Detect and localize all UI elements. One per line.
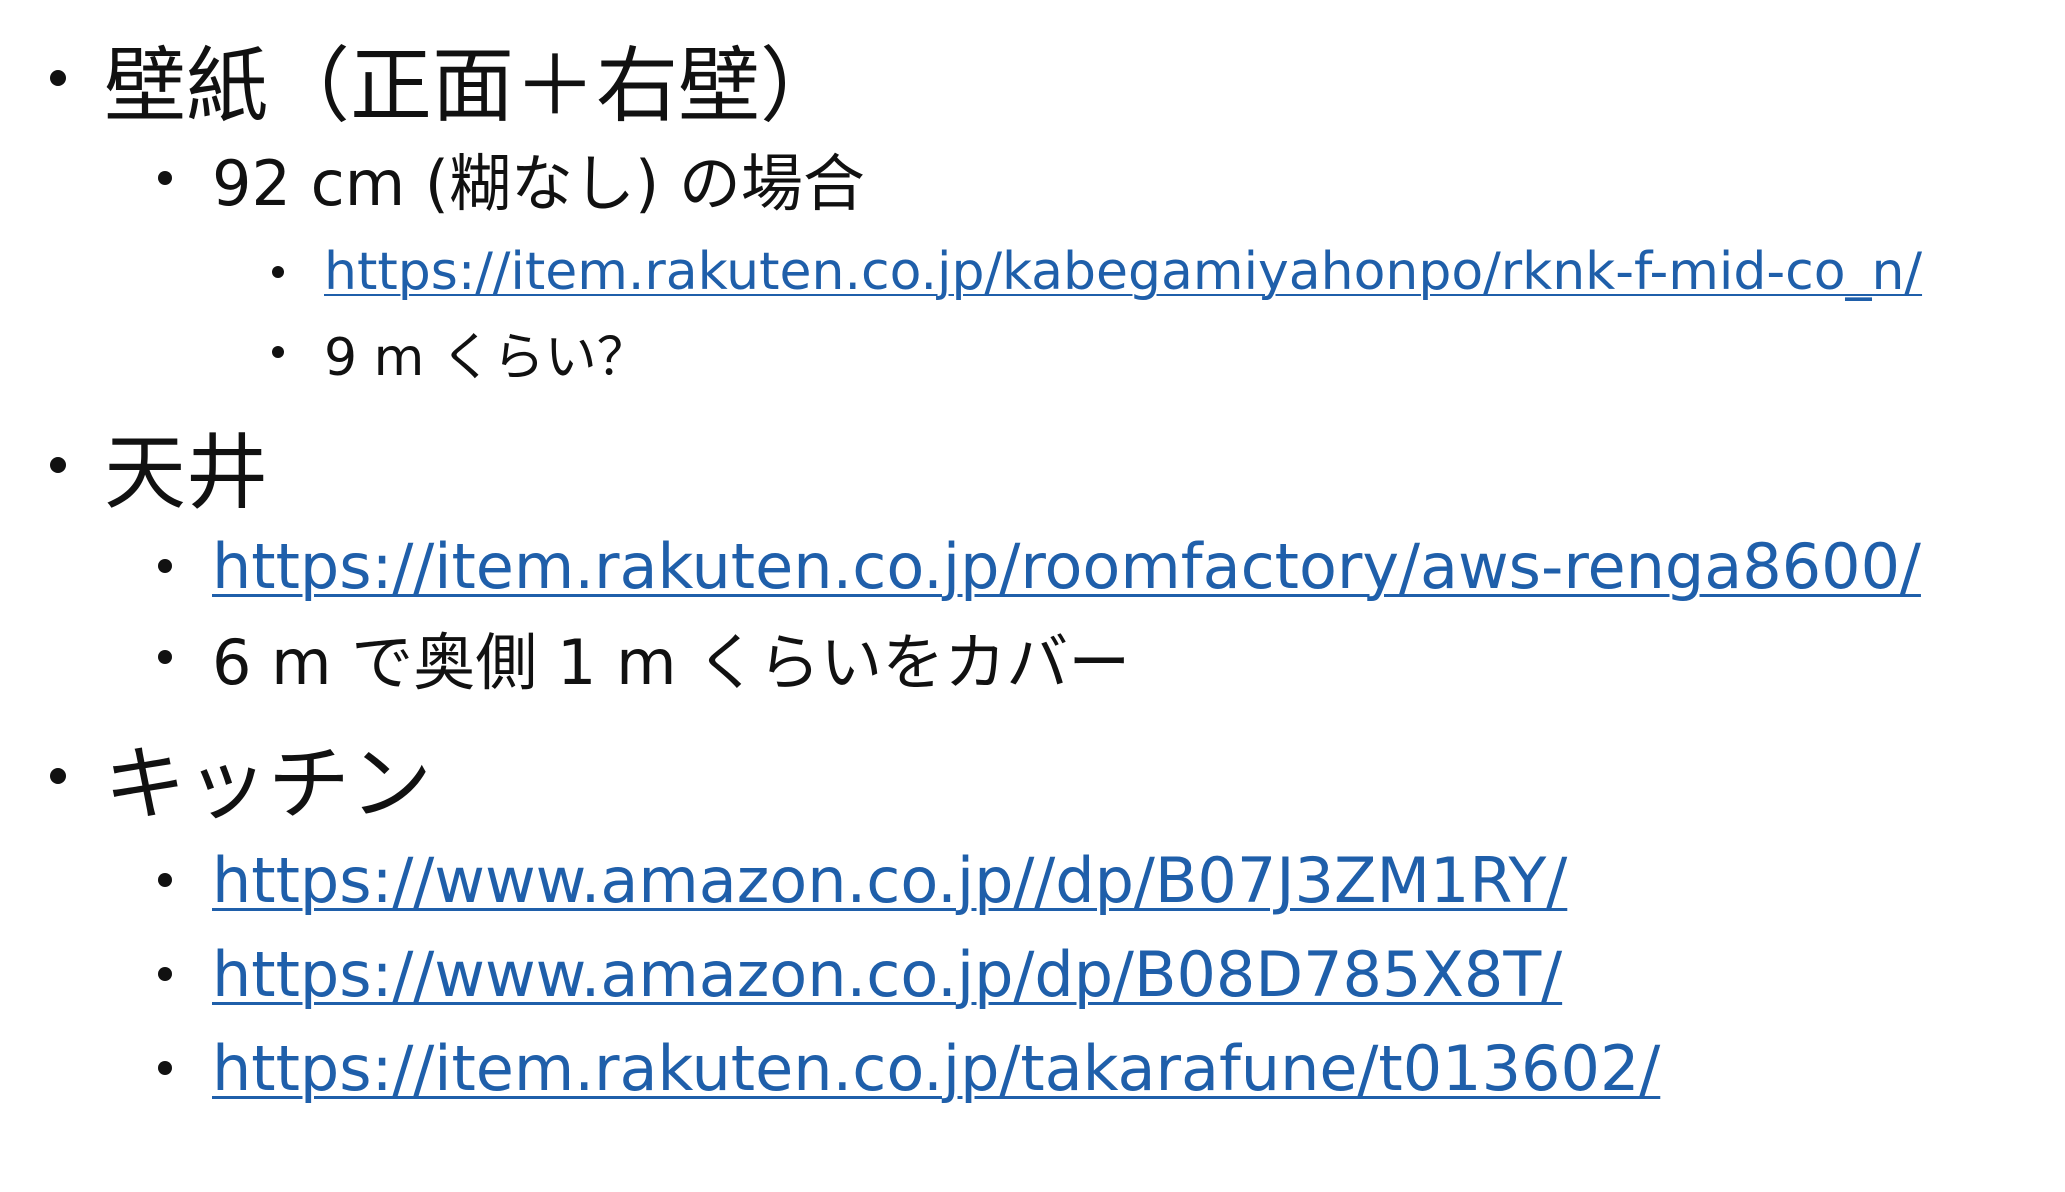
heading-wallpaper: 壁紙（正面＋右壁） <box>104 38 843 134</box>
bullet-item-link-takarafune: https://item.rakuten.co.jp/takarafune/t0… <box>158 1026 1660 1110</box>
bullet-item-link-roomfactory: https://item.rakuten.co.jp/roomfactory/a… <box>158 524 1921 608</box>
link-kabegamiyahonpo[interactable]: https://item.rakuten.co.jp/kabegamiyahon… <box>324 242 1922 302</box>
bullet-dot <box>50 70 66 86</box>
bullet-dot <box>50 457 66 473</box>
heading-ceiling: 天井 <box>104 425 269 521</box>
bullet-dot <box>158 873 172 887</box>
slide: 壁紙（正面＋右壁） 92 cm (糊なし) の場合 https://item.r… <box>0 0 2065 1192</box>
link-amazon-b08d785x8t[interactable]: https://www.amazon.co.jp/dp/B08D785X8T/ <box>212 938 1562 1011</box>
bullet-dot <box>272 346 284 358</box>
note-9m: 9 m くらい？ <box>324 327 649 388</box>
bullet-dot <box>272 266 284 278</box>
bullet-dot <box>50 768 66 784</box>
bullet-dot <box>158 650 172 664</box>
bullet-item-wallpaper: 壁紙（正面＋右壁） <box>50 28 842 134</box>
bullet-item-kitchen: キッチン <box>50 726 432 832</box>
bullet-item-link-amazon-2: https://www.amazon.co.jp/dp/B08D785X8T/ <box>158 932 1562 1016</box>
bullet-item-link-kabegami: https://item.rakuten.co.jp/kabegamiyahon… <box>272 240 1922 304</box>
bullet-dot <box>158 171 172 185</box>
bullet-dot <box>158 1061 172 1075</box>
bullet-item-link-amazon-1: https://www.amazon.co.jp//dp/B07J3ZM1RY/ <box>158 838 1567 922</box>
bullet-dot <box>158 559 172 573</box>
bullet-item-9m: 9 m くらい？ <box>272 320 649 388</box>
bullet-item-ceiling: 天井 <box>50 415 268 521</box>
heading-kitchen: キッチン <box>104 736 433 832</box>
link-takarafune[interactable]: https://item.rakuten.co.jp/takarafune/t0… <box>212 1032 1660 1105</box>
link-roomfactory[interactable]: https://item.rakuten.co.jp/roomfactory/a… <box>212 530 1921 603</box>
bullet-item-92cm: 92 cm (糊なし) の場合 <box>158 138 865 220</box>
sub-heading-92cm: 92 cm (糊なし) の場合 <box>212 147 865 220</box>
note-6m: 6 m で奥側 1 m くらいをカバー <box>212 626 1131 699</box>
link-amazon-b07j3zm1ry[interactable]: https://www.amazon.co.jp//dp/B07J3ZM1RY/ <box>212 844 1567 917</box>
bullet-item-6m: 6 m で奥側 1 m くらいをカバー <box>158 615 1130 699</box>
bullet-dot <box>158 967 172 981</box>
